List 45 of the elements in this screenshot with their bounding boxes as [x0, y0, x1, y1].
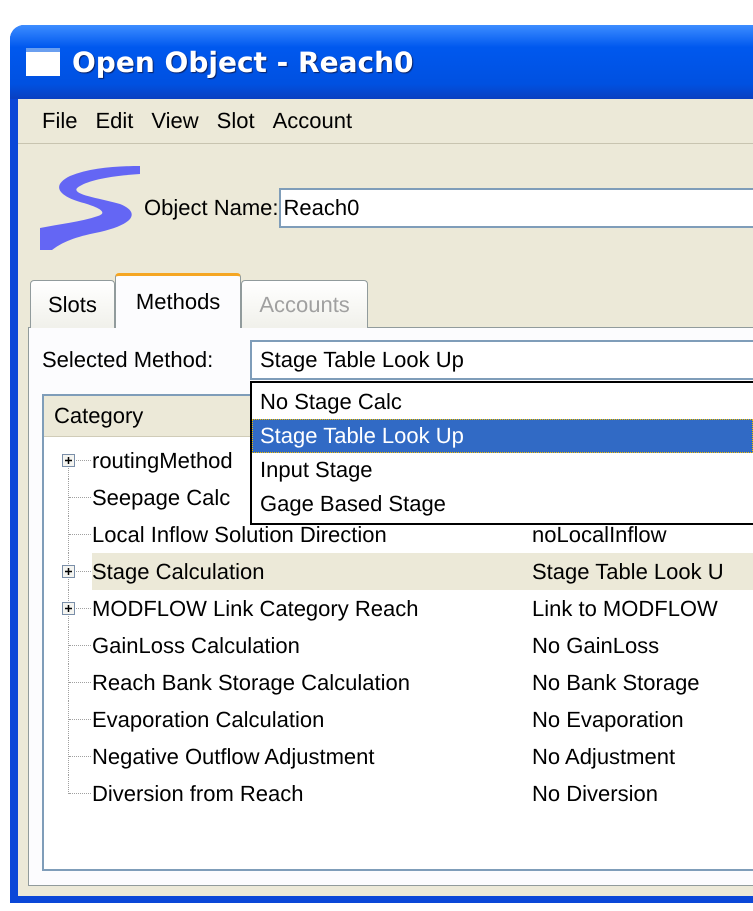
category-text: Reach Bank Storage Calculation	[92, 670, 410, 696]
tree-row[interactable]: GainLoss Calculation No GainLoss	[92, 627, 753, 664]
tree-row[interactable]: MODFLOW Link Category Reach Link to MODFLOW	[92, 590, 753, 627]
method-text: No GainLoss	[532, 632, 660, 658]
menu-item[interactable]: Account	[264, 108, 362, 134]
dropdown-option[interactable]: Gage Based Stage	[252, 487, 753, 521]
menu-item[interactable]: File	[33, 108, 86, 134]
expand-plus-icon[interactable]	[62, 602, 75, 615]
category-text: Evaporation Calculation	[92, 706, 324, 732]
category-text: Stage Calculation	[92, 558, 264, 584]
tree-row[interactable]: Reach Bank Storage Calculation No Bank Storage	[92, 664, 753, 701]
river-logo-icon	[40, 166, 142, 250]
method-text: Stage Table Look U	[532, 558, 724, 584]
object-name-field[interactable]: Reach0	[278, 188, 753, 228]
category-text: MODFLOW Link Category Reach	[92, 596, 418, 622]
tab[interactable]: Methods	[114, 273, 242, 328]
method-text: No Diversion	[532, 780, 658, 806]
dropdown-option[interactable]: No Stage Calc	[252, 385, 753, 419]
tab[interactable]: Slots	[30, 280, 115, 328]
tree-row[interactable]: Negative Outflow Adjustment No Adjustment	[92, 738, 753, 775]
object-name-label: Object Name:	[144, 195, 278, 221]
window-title: Open Object - Reach0	[72, 46, 414, 78]
category-text: Local Inflow Solution Direction	[92, 522, 387, 548]
selected-method-label: Selected Method:	[42, 347, 214, 373]
window-icon	[26, 48, 60, 76]
column-header-label[interactable]: Category	[44, 403, 144, 429]
menu-item[interactable]: View	[142, 108, 208, 134]
tree-row[interactable]: Diversion from Reach No Diversion	[92, 775, 753, 812]
method-dropdown[interactable]: Stage Table Look Up	[250, 340, 753, 380]
dropdown-option[interactable]: Input Stage	[252, 453, 753, 487]
category-text: Diversion from Reach	[92, 780, 304, 806]
tree-row[interactable]: Stage Calculation Stage Table Look U	[92, 553, 753, 590]
tree-row[interactable]: Evaporation Calculation No Evaporation	[92, 701, 753, 738]
method-text: No Adjustment	[532, 744, 676, 770]
expand-plus-icon[interactable]	[62, 454, 75, 467]
menu-item[interactable]: Slot	[208, 108, 264, 134]
expand-plus-icon[interactable]	[62, 565, 75, 578]
menu-item[interactable]: Edit	[86, 108, 142, 134]
dropdown-option[interactable]: Stage Table Look Up	[252, 419, 753, 453]
method-text: No Bank Storage	[532, 670, 700, 696]
category-text: Negative Outflow Adjustment	[92, 744, 374, 770]
method-text: Link to MODFLOW	[532, 596, 718, 622]
method-text: noLocalInflow	[532, 522, 667, 548]
category-text: GainLoss Calculation	[92, 632, 300, 658]
method-text: No Evaporation	[532, 706, 684, 732]
